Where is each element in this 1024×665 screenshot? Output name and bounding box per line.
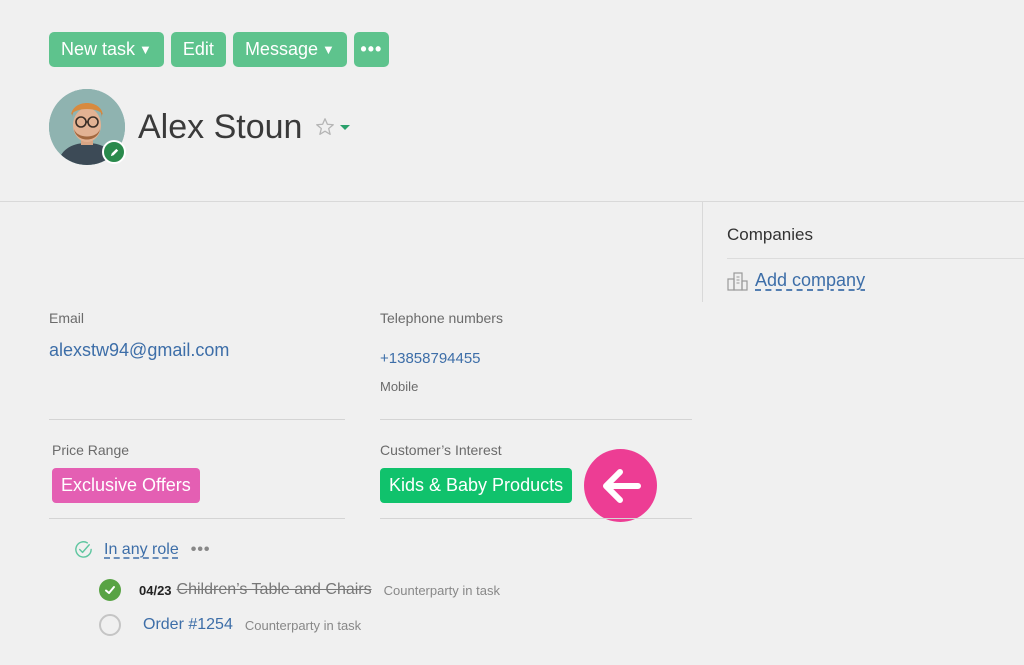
star-icon xyxy=(316,118,335,135)
edit-avatar-button[interactable] xyxy=(102,140,126,164)
building-icon xyxy=(727,271,748,291)
favorite-toggle[interactable] xyxy=(314,116,351,138)
chevron-down-icon: ▼ xyxy=(321,42,335,57)
companies-title: Companies xyxy=(727,225,813,244)
task-done-checkbox[interactable] xyxy=(99,579,121,601)
arrow-left-icon xyxy=(584,449,657,522)
new-task-button[interactable]: New task ▼ xyxy=(49,32,164,67)
customer-interest-value: Kids & Baby Products xyxy=(389,475,564,495)
phone-type: Mobile xyxy=(380,379,419,394)
role-filter: In any role ••• xyxy=(73,539,211,560)
task-row[interactable]: 04/23 Children’s Table and Chairs Counte… xyxy=(99,579,500,601)
customer-interest-tag[interactable]: Kids & Baby Products xyxy=(380,468,573,503)
more-dots-icon: ••• xyxy=(360,39,383,59)
task-date: 04/23 xyxy=(139,582,172,598)
edit-label: Edit xyxy=(182,39,214,59)
field-separator xyxy=(49,419,345,420)
chevron-down-icon: ▼ xyxy=(139,42,152,57)
add-company-link[interactable]: Add company xyxy=(727,270,865,291)
role-filter-link[interactable]: In any role xyxy=(104,541,179,559)
header-divider xyxy=(0,201,1024,202)
message-button[interactable]: Message ▼ xyxy=(232,32,347,67)
sidebar-divider xyxy=(702,202,703,302)
task-title[interactable]: Children’s Table and Chairs xyxy=(177,581,372,599)
phone-link[interactable]: +13858794455 xyxy=(380,350,481,367)
contact-header: Alex Stoun xyxy=(49,89,351,165)
toolbar: New task ▼ Edit Message ▼ ••• xyxy=(49,32,389,67)
task-row[interactable]: Order #1254 Counterparty in task xyxy=(99,614,361,636)
message-label: Message xyxy=(244,39,318,59)
email-link[interactable]: alexstw94@gmail.com xyxy=(49,340,229,361)
check-circle-icon xyxy=(75,541,92,558)
pencil-icon xyxy=(110,148,118,156)
field-separator xyxy=(49,518,345,519)
task-role: Counterparty in task xyxy=(383,582,500,598)
companies-divider xyxy=(727,258,1024,259)
field-separator xyxy=(380,518,692,519)
email-label: Email xyxy=(49,310,85,326)
chevron-down-icon[interactable] xyxy=(340,124,351,130)
add-company-label[interactable]: Add company xyxy=(755,270,865,291)
price-range-tag[interactable]: Exclusive Offers xyxy=(52,468,200,503)
edit-button[interactable]: Edit xyxy=(170,32,226,67)
task-checkbox[interactable] xyxy=(99,614,121,636)
field-separator xyxy=(380,419,692,420)
customer-interest-label: Customer’s Interest xyxy=(380,442,502,458)
role-more-button[interactable]: ••• xyxy=(191,541,211,559)
phone-label: Telephone numbers xyxy=(380,310,503,326)
more-actions-button[interactable]: ••• xyxy=(353,32,389,67)
avatar-wrapper xyxy=(49,89,126,165)
new-task-label: New task xyxy=(61,39,136,59)
price-range-label: Price Range xyxy=(52,442,130,458)
contact-name: Alex Stoun xyxy=(138,107,303,146)
price-range-value: Exclusive Offers xyxy=(61,475,191,495)
checkmark-icon xyxy=(105,586,115,594)
task-title[interactable]: Order #1254 xyxy=(143,616,233,634)
task-role: Counterparty in task xyxy=(244,617,362,633)
